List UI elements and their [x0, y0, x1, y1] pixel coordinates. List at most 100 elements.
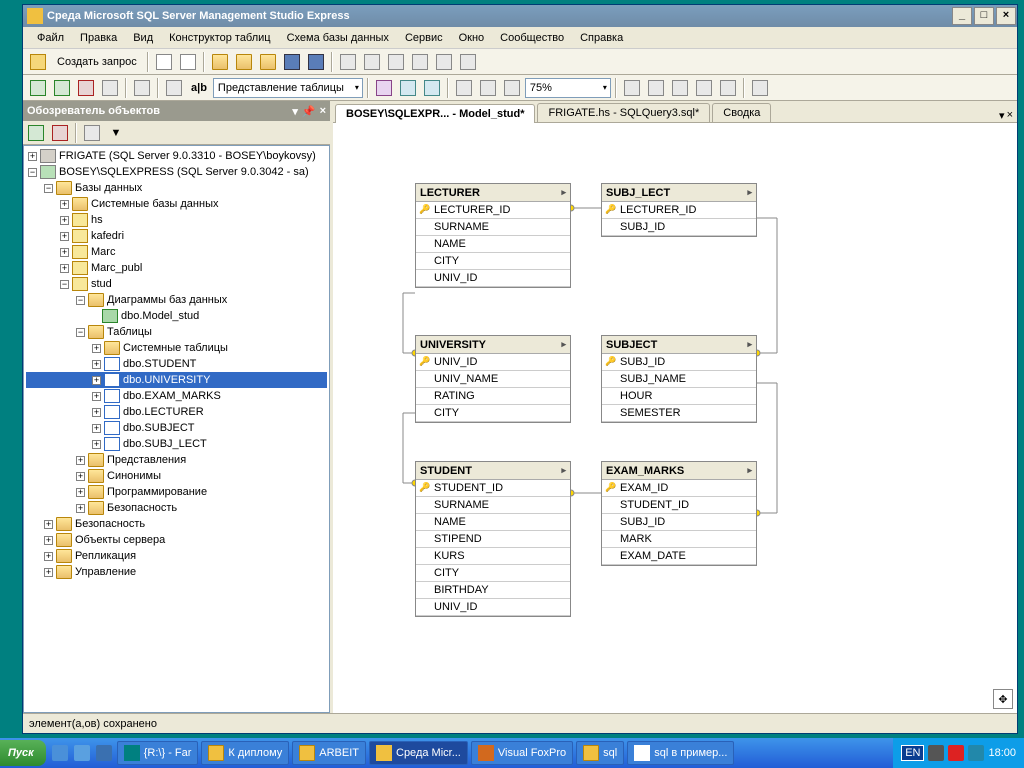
- tb-icon-13[interactable]: [457, 51, 479, 73]
- taskbar-sqlprimer[interactable]: sql в пример...: [627, 741, 734, 765]
- tb2-icon-8[interactable]: [397, 77, 419, 99]
- replication-node[interactable]: +Репликация: [26, 548, 327, 564]
- tb2-icon-12[interactable]: [501, 77, 523, 99]
- tb-icon-1[interactable]: [153, 51, 175, 73]
- taskbar-sql[interactable]: sql: [576, 741, 624, 765]
- tab-model-stud[interactable]: BOSEY\SQLEXPR... - Model_stud*: [335, 104, 535, 123]
- menu-service[interactable]: Сервис: [399, 30, 449, 46]
- tb-icon-11[interactable]: [409, 51, 431, 73]
- diagrams-node[interactable]: −Диаграммы баз данных: [26, 292, 327, 308]
- refresh-icon[interactable]: [81, 122, 103, 144]
- db-stud-node[interactable]: −stud: [26, 276, 327, 292]
- tb2-icon-15[interactable]: [669, 77, 691, 99]
- tb2-icon-3[interactable]: [75, 77, 97, 99]
- open-icon[interactable]: [209, 51, 231, 73]
- panel-dropdown-icon[interactable]: ▾: [292, 105, 298, 118]
- tab-sqlquery3[interactable]: FRIGATE.hs - SQLQuery3.sql*: [537, 103, 710, 122]
- synonyms-node[interactable]: +Синонимы: [26, 468, 327, 484]
- titlebar[interactable]: Среда Microsoft SQL Server Management St…: [23, 5, 1017, 27]
- diagram-modelstud-node[interactable]: dbo.Model_stud: [26, 308, 327, 324]
- tb-icon-8[interactable]: [337, 51, 359, 73]
- entity-university[interactable]: UNIVERSITY▸ 🔑UNIV_ID UNIV_NAME RATING CI…: [415, 335, 571, 423]
- sysdb-node[interactable]: +Системные базы данных: [26, 196, 327, 212]
- close-button[interactable]: ×: [996, 7, 1016, 25]
- tables-node[interactable]: −Таблицы: [26, 324, 327, 340]
- tray-icon-2[interactable]: [948, 745, 964, 761]
- ql-icon-3[interactable]: [94, 743, 114, 763]
- databases-node[interactable]: −Базы данных: [26, 180, 327, 196]
- server-node-1[interactable]: +FRIGATE (SQL Server 9.0.3310 - BOSEY\bo…: [26, 148, 327, 164]
- tab-close-icon[interactable]: ×: [1007, 109, 1013, 122]
- taskbar-far[interactable]: {R:\} - Far: [117, 741, 199, 765]
- tb2-icon-5[interactable]: [131, 77, 153, 99]
- taskbar-kdiplomu[interactable]: К диплому: [201, 741, 289, 765]
- server-node-2[interactable]: −BOSEY\SQLEXPRESS (SQL Server 9.0.3042 -…: [26, 164, 327, 180]
- new-query-button[interactable]: [27, 51, 49, 73]
- security-srv-node[interactable]: +Безопасность: [26, 516, 327, 532]
- management-node[interactable]: +Управление: [26, 564, 327, 580]
- tb2-icon-2[interactable]: [51, 77, 73, 99]
- maximize-button[interactable]: □: [974, 7, 994, 25]
- table-subjlect-node[interactable]: +dbo.SUBJ_LECT: [26, 436, 327, 452]
- tb2-icon-10[interactable]: [453, 77, 475, 99]
- tb2-icon-11[interactable]: [477, 77, 499, 99]
- diagram-canvas[interactable]: LECTURER▸ 🔑LECTURER_ID SURNAME NAME CITY…: [333, 123, 1017, 713]
- zoom-combo[interactable]: 75%: [525, 78, 611, 98]
- clock[interactable]: 18:00: [988, 747, 1016, 759]
- views-node[interactable]: +Представления: [26, 452, 327, 468]
- security-db-node[interactable]: +Безопасность: [26, 500, 327, 516]
- entity-student[interactable]: STUDENT▸ 🔑STUDENT_ID SURNAME NAME STIPEN…: [415, 461, 571, 617]
- tb2-icon-6[interactable]: [163, 77, 185, 99]
- tb-icon-5[interactable]: [257, 51, 279, 73]
- tb-icon-2[interactable]: [177, 51, 199, 73]
- table-exammarks-node[interactable]: +dbo.EXAM_MARKS: [26, 388, 327, 404]
- tray-icon-1[interactable]: [928, 745, 944, 761]
- lang-indicator[interactable]: EN: [901, 745, 924, 761]
- tb2-icon-7[interactable]: [373, 77, 395, 99]
- disconnect-icon[interactable]: [49, 122, 71, 144]
- minimize-button[interactable]: _: [952, 7, 972, 25]
- filter-icon[interactable]: ▼: [105, 122, 127, 144]
- tab-dropdown-icon[interactable]: ▾: [999, 109, 1005, 122]
- ql-desktop-icon[interactable]: [72, 743, 92, 763]
- view-combo[interactable]: Представление таблицы: [213, 78, 363, 98]
- menu-community[interactable]: Сообщество: [494, 30, 570, 46]
- tb-icon-9[interactable]: [361, 51, 383, 73]
- tb-icon-4[interactable]: [233, 51, 255, 73]
- table-university-node[interactable]: +dbo.UNIVERSITY: [26, 372, 327, 388]
- menu-edit[interactable]: Правка: [74, 30, 123, 46]
- taskbar-ssms[interactable]: Среда Micr...: [369, 741, 468, 765]
- pin-icon[interactable]: 📌: [302, 105, 316, 118]
- menu-help[interactable]: Справка: [574, 30, 629, 46]
- menu-table-designer[interactable]: Конструктор таблиц: [163, 30, 276, 46]
- entity-subj-lect[interactable]: SUBJ_LECT▸ 🔑LECTURER_ID SUBJ_ID: [601, 183, 757, 237]
- tray-icon-3[interactable]: [968, 745, 984, 761]
- taskbar-arbeit[interactable]: ARBEIT: [292, 741, 366, 765]
- new-query-label[interactable]: Создать запрос: [51, 56, 143, 68]
- table-lecturer-node[interactable]: +dbo.LECTURER: [26, 404, 327, 420]
- tb2-icon-16[interactable]: [693, 77, 715, 99]
- programming-node[interactable]: +Программирование: [26, 484, 327, 500]
- systables-node[interactable]: +Системные таблицы: [26, 340, 327, 356]
- table-subject-node[interactable]: +dbo.SUBJECT: [26, 420, 327, 436]
- db-marc-node[interactable]: +Marc: [26, 244, 327, 260]
- ql-ie-icon[interactable]: [50, 743, 70, 763]
- menu-window[interactable]: Окно: [453, 30, 491, 46]
- tb2-icon-1[interactable]: [27, 77, 49, 99]
- tb2-icon-18[interactable]: [749, 77, 771, 99]
- menu-view[interactable]: Вид: [127, 30, 159, 46]
- pan-icon[interactable]: ✥: [993, 689, 1013, 709]
- db-hs-node[interactable]: +hs: [26, 212, 327, 228]
- db-marcpubl-node[interactable]: +Marc_publ: [26, 260, 327, 276]
- server-objects-node[interactable]: +Объекты сервера: [26, 532, 327, 548]
- taskbar-vfp[interactable]: Visual FoxPro: [471, 741, 573, 765]
- tb-icon-12[interactable]: [433, 51, 455, 73]
- start-button[interactable]: Пуск: [0, 740, 46, 766]
- tb2-icon-14[interactable]: [645, 77, 667, 99]
- tb2-icon-13[interactable]: [621, 77, 643, 99]
- tb2-icon-4[interactable]: [99, 77, 121, 99]
- tb2-icon-9[interactable]: [421, 77, 443, 99]
- db-kafedri-node[interactable]: +kafedri: [26, 228, 327, 244]
- save-all-icon[interactable]: [305, 51, 327, 73]
- entity-subject[interactable]: SUBJECT▸ 🔑SUBJ_ID SUBJ_NAME HOUR SEMESTE…: [601, 335, 757, 423]
